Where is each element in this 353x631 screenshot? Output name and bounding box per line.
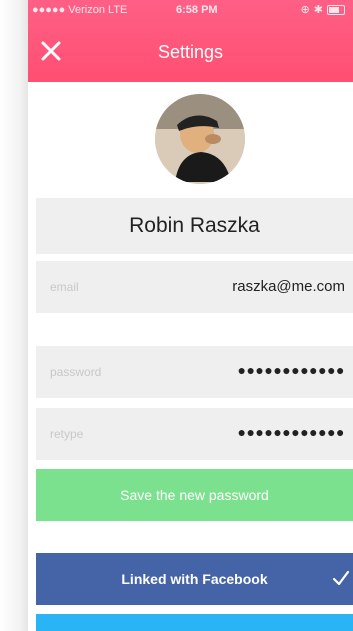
retype-label: retype xyxy=(50,427,84,441)
retype-password-field[interactable]: retype ●●●●●●●●●●●● xyxy=(36,408,353,460)
avatar[interactable] xyxy=(155,94,245,184)
settings-screen: ●●●●● Verizon LTE 6:58 PM ⊕ ✱ Settings R… xyxy=(28,0,353,631)
facebook-link-button[interactable]: Linked with Facebook xyxy=(36,553,353,605)
facebook-link-label: Linked with Facebook xyxy=(121,571,268,587)
location-icon: ⊕ xyxy=(300,4,310,16)
save-password-button[interactable]: Save the new password xyxy=(36,469,353,521)
status-time: 6:58 PM xyxy=(176,4,218,16)
password-field[interactable]: password ●●●●●●●●●●●● xyxy=(36,346,353,398)
page-title: Settings xyxy=(157,42,224,62)
email-field[interactable]: email raszka@me.com xyxy=(36,261,353,313)
email-value: raszka@me.com xyxy=(232,278,345,295)
bluetooth-icon: ✱ xyxy=(313,4,323,16)
password-label: password xyxy=(50,365,102,379)
status-bar: ●●●●● Verizon LTE 6:58 PM ⊕ ✱ xyxy=(28,0,353,22)
checkmark-icon xyxy=(332,570,350,586)
edge-shadow xyxy=(0,0,28,631)
twitter-link-button[interactable] xyxy=(36,614,353,631)
email-label: email xyxy=(50,280,79,294)
profile-name: Robin Raszka xyxy=(129,214,260,237)
password-value: ●●●●●●●●●●●● xyxy=(237,362,345,378)
retype-value: ●●●●●●●●●●●● xyxy=(237,424,345,440)
battery-icon xyxy=(327,4,345,15)
carrier-label: ●●●●● Verizon LTE xyxy=(32,4,128,16)
status-icons: ⊕ ✱ xyxy=(301,3,345,16)
profile-photo xyxy=(155,94,245,184)
name-field[interactable]: Robin Raszka xyxy=(36,198,353,254)
header: ●●●●● Verizon LTE 6:58 PM ⊕ ✱ Settings xyxy=(28,0,353,82)
